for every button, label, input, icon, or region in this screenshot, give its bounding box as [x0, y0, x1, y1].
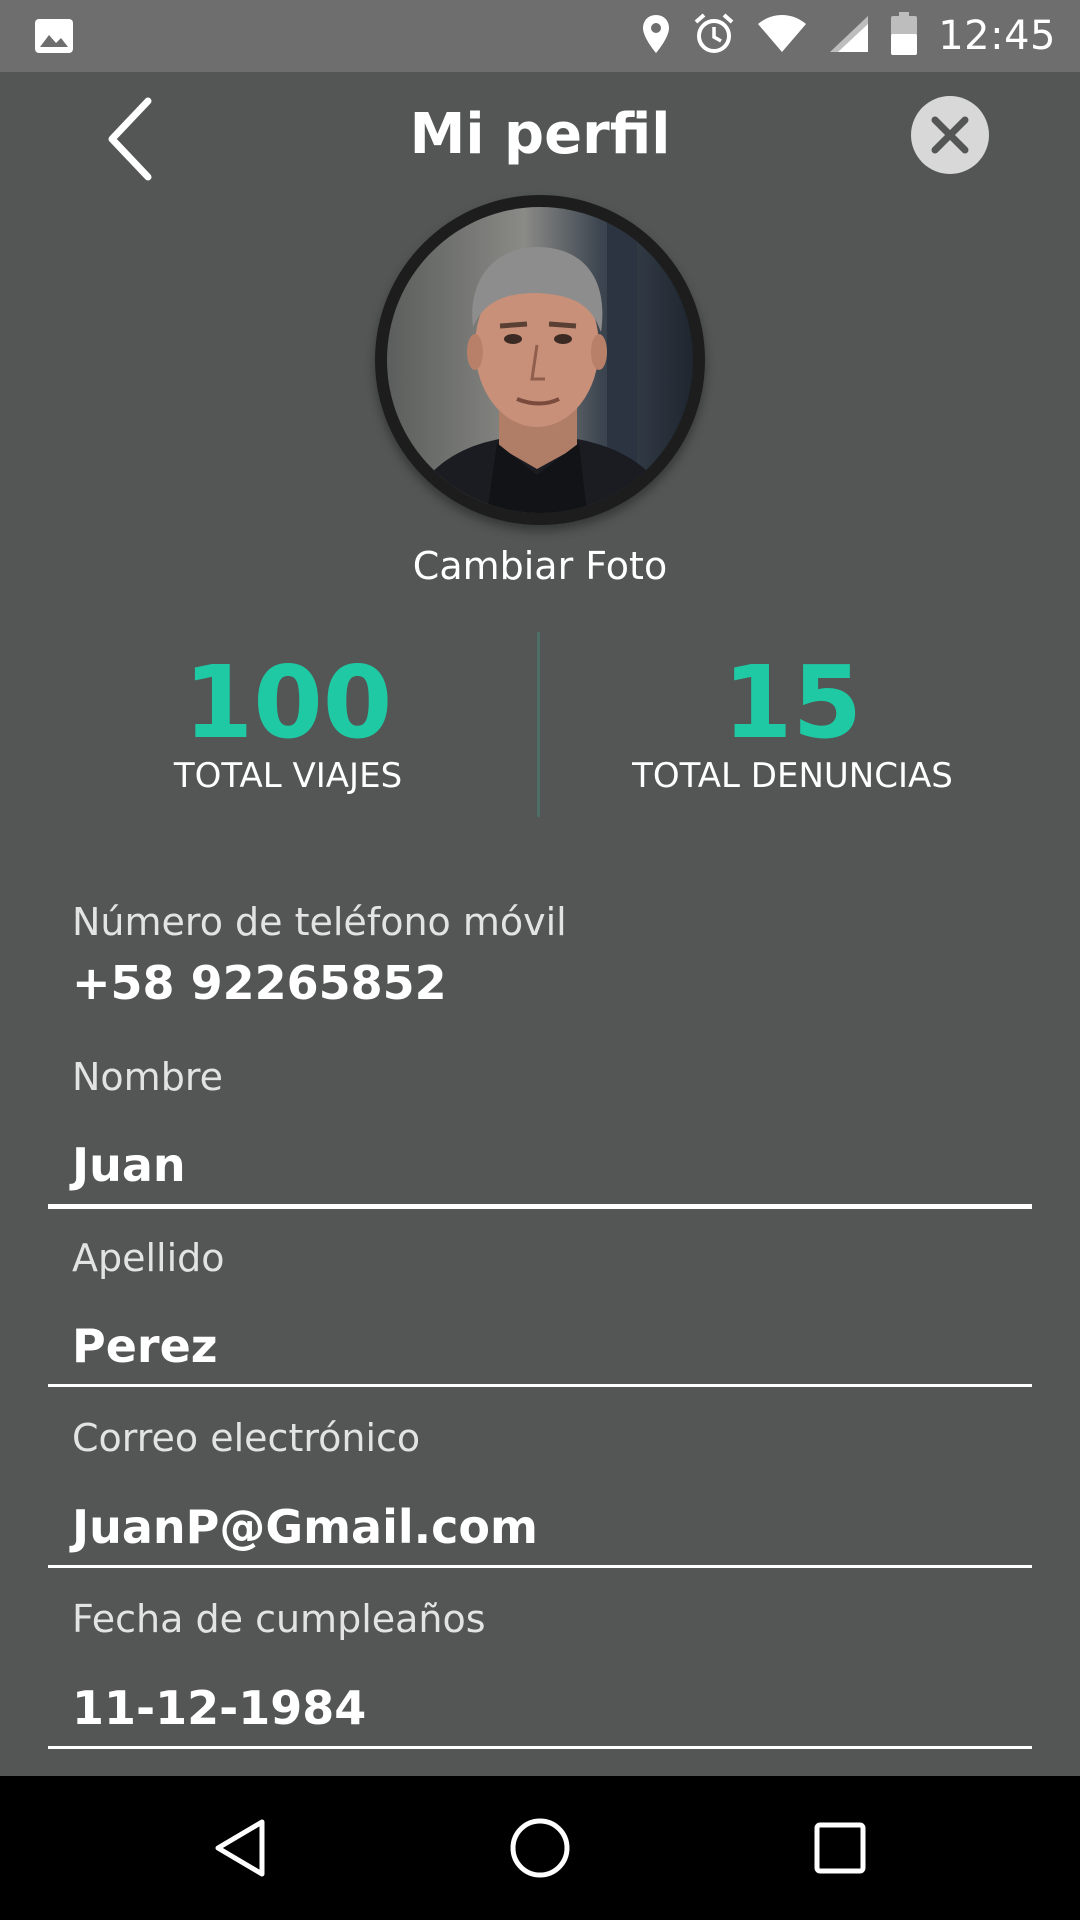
nav-back-icon — [215, 1819, 265, 1877]
avatar[interactable] — [375, 195, 705, 525]
email-field[interactable]: JuanP@Gmail.com — [72, 1500, 538, 1554]
location-icon — [640, 13, 672, 60]
nav-home-button[interactable] — [480, 1776, 600, 1920]
wifi-icon — [756, 14, 808, 59]
stat-label: TOTAL VIAJES — [173, 756, 403, 796]
email-underline — [48, 1565, 1032, 1568]
battery-icon — [890, 11, 918, 61]
birthday-label: Fecha de cumpleaños — [72, 1597, 486, 1641]
status-bar: 12:45 — [0, 0, 1080, 72]
navigation-bar — [0, 1776, 1080, 1920]
nav-home-icon — [510, 1818, 570, 1878]
nav-recents-button[interactable] — [780, 1776, 900, 1920]
stat-label: TOTAL DENUNCIAS — [632, 756, 953, 796]
profile-photo — [387, 207, 693, 513]
image-icon — [34, 18, 74, 54]
close-button[interactable] — [911, 96, 989, 174]
status-icons: 12:45 — [640, 0, 1056, 72]
stat-value: 15 — [722, 644, 863, 761]
change-photo-link[interactable]: Cambiar Foto — [0, 544, 1080, 588]
nav-back-button[interactable] — [180, 1776, 300, 1920]
email-label: Correo electrónico — [72, 1416, 421, 1460]
phone-value: +58 92265852 — [72, 956, 447, 1010]
first-name-field[interactable]: Juan — [72, 1138, 186, 1192]
birthday-field[interactable]: 11-12-1984 — [72, 1681, 366, 1735]
alarm-icon — [692, 12, 736, 61]
stat-total-complaints: 15 TOTAL DENUNCIAS — [520, 644, 1065, 797]
last-name-underline — [48, 1384, 1032, 1387]
status-time: 12:45 — [938, 13, 1056, 59]
last-name-label: Apellido — [72, 1236, 225, 1280]
first-name-label: Nombre — [72, 1055, 223, 1099]
birthday-underline — [48, 1746, 1032, 1749]
phone-label: Número de teléfono móvil — [72, 900, 567, 944]
signal-icon — [828, 14, 870, 59]
stat-value: 100 — [183, 644, 393, 761]
header: Mi perfil — [0, 72, 1080, 202]
first-name-underline — [48, 1204, 1032, 1209]
last-name-field[interactable]: Perez — [72, 1319, 218, 1373]
stat-total-trips: 100 TOTAL VIAJES — [18, 644, 558, 797]
close-icon — [931, 116, 969, 154]
nav-recents-icon — [814, 1822, 866, 1874]
